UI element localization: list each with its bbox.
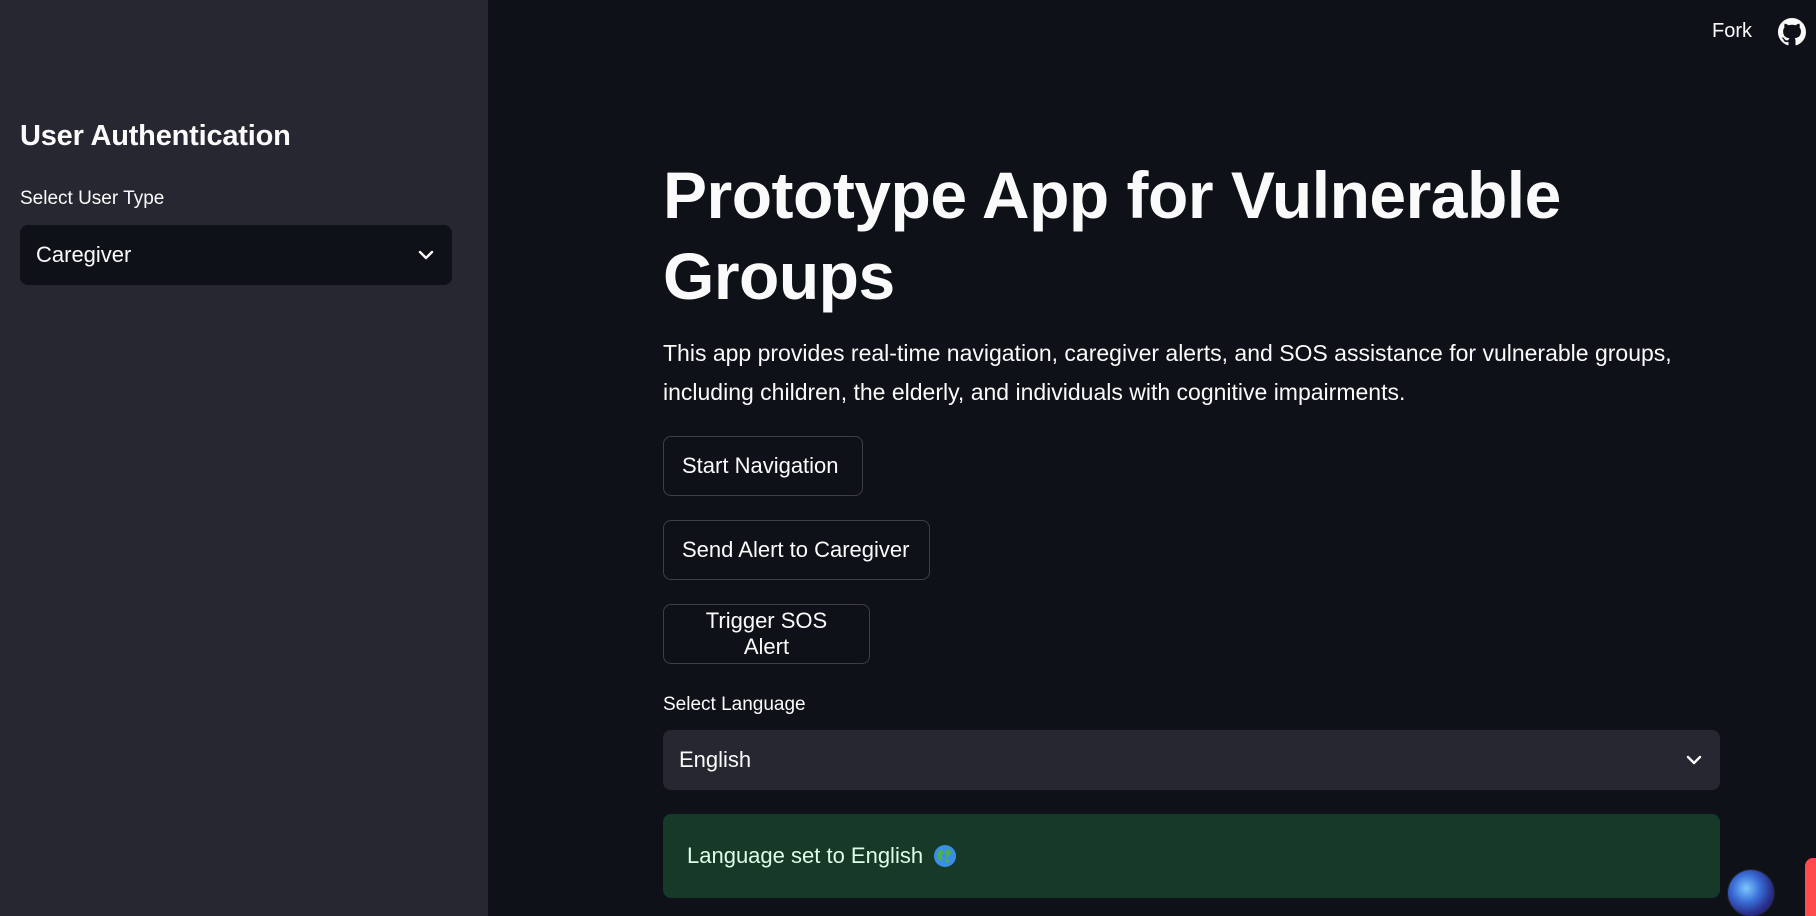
globe-icon — [933, 844, 957, 868]
page-description: This app provides real-time navigation, … — [663, 340, 1672, 405]
language-select[interactable]: English — [663, 730, 1720, 790]
user-type-select[interactable]: Caregiver — [20, 225, 452, 285]
sidebar-title: User Authentication — [20, 120, 291, 152]
success-message: Language set to English — [687, 843, 924, 868]
trigger-sos-button[interactable]: Trigger SOS Alert — [663, 604, 870, 664]
sidebar: User Authentication Select User Type Car… — [0, 0, 488, 916]
chevron-down-icon — [416, 245, 436, 265]
edge-tab[interactable] — [1805, 858, 1816, 916]
language-value: English — [679, 747, 752, 772]
fork-button[interactable]: Fork — [1712, 20, 1752, 43]
chevron-down-icon — [1684, 750, 1704, 770]
language-label: Select Language — [663, 694, 806, 715]
github-icon[interactable] — [1778, 18, 1806, 46]
page-title: Prototype App for Vulnerable Groups — [663, 158, 1561, 313]
send-alert-button[interactable]: Send Alert to Caregiver — [663, 520, 930, 580]
success-alert: Language set to English — [663, 814, 1720, 898]
user-type-value: Caregiver — [36, 242, 132, 267]
start-navigation-button[interactable]: Start Navigation — [663, 436, 863, 496]
app-root: User Authentication Select User Type Car… — [0, 0, 1816, 916]
user-type-label: Select User Type — [20, 188, 165, 209]
assistant-avatar[interactable] — [1728, 870, 1774, 916]
